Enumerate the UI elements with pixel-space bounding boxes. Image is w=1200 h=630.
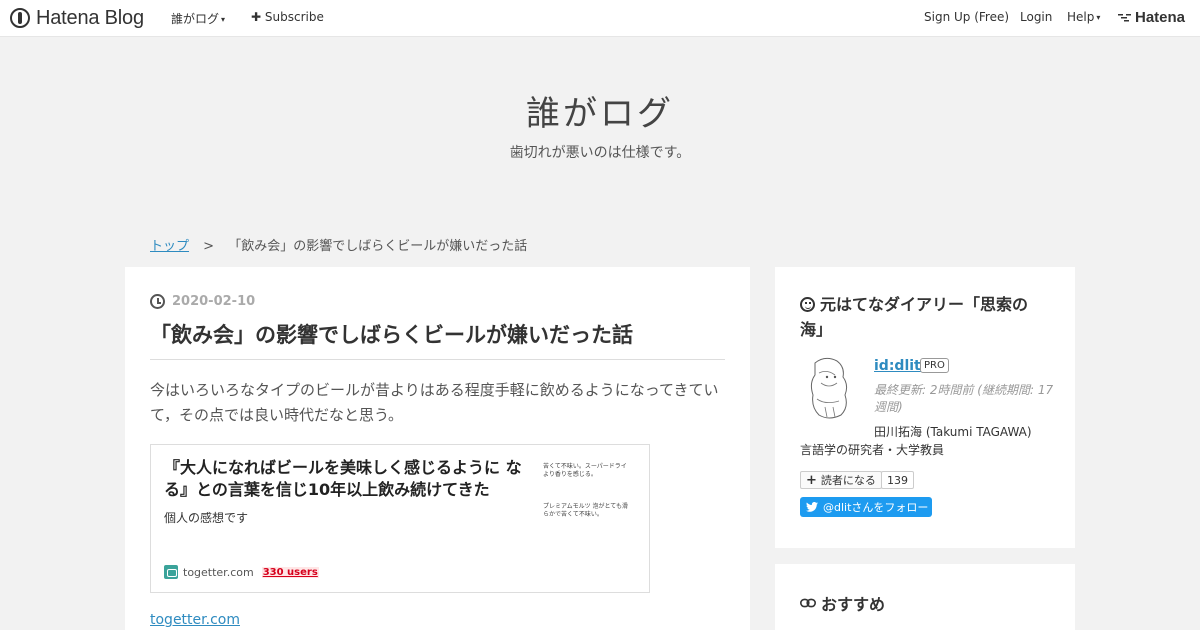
embed-description: 個人の感想です: [164, 511, 249, 525]
clock-icon: [150, 294, 165, 309]
sidebar-recommend-module: おすすめ: [775, 564, 1075, 630]
reader-count: 139: [881, 471, 914, 489]
about-heading: 元はてなダイアリー「思索の海」: [800, 292, 1050, 342]
reader-button-label: 読者になる: [820, 474, 876, 487]
blog-description: 歯切れが悪いのは仕様です。: [509, 145, 691, 161]
hatena-blog-logo-icon: [10, 8, 30, 28]
entry-article: 2020-02-10 「飲み会」の影響でしばらくビールが嫌いだった話 今はいろい…: [125, 267, 750, 630]
bookmark-users-badge[interactable]: 330 users: [261, 566, 319, 578]
hatena-blog-logo[interactable]: Hatena Blog: [10, 7, 144, 29]
smiley-icon: [800, 297, 815, 312]
embed-footer: togetter.com 330 users: [164, 565, 319, 579]
profile-description: 言語学の研究者・大学教員: [800, 443, 945, 457]
embed-site: togetter.com: [183, 565, 254, 579]
breadcrumb: トップ > 「飲み会」の影響でしばらくビールが嫌いだった話: [150, 235, 527, 254]
entry-title[interactable]: 「飲み会」の影響でしばらくビールが嫌いだった話: [150, 319, 725, 360]
twitter-follow-button[interactable]: @dlitさんをフォロー: [800, 497, 932, 517]
login-link[interactable]: Login: [1020, 10, 1052, 24]
subscribe-button[interactable]: ✚ Subscribe: [251, 10, 324, 24]
sidebar-about-module: 元はてなダイアリー「思索の海」 id:dlit PRO 最終更新: 2時間前 (…: [775, 267, 1075, 548]
togetter-favicon-icon: [164, 565, 178, 579]
plus-icon: +: [806, 472, 817, 488]
blog-menu-label: 誰がログ: [171, 12, 220, 26]
embed-card[interactable]: 『大人になればビールを美味しく感じるように なる』との言葉を信じ10年以上飲み続…: [150, 444, 650, 593]
breadcrumb-top-link[interactable]: トップ: [150, 239, 189, 254]
twitter-follow-label: @dlitさんをフォロー: [823, 501, 929, 514]
source-link[interactable]: togetter.com: [150, 612, 240, 628]
avatar[interactable]: [805, 355, 855, 421]
subscribe-reader-button[interactable]: + 読者になる: [800, 471, 882, 489]
caret-down-icon: ▾: [221, 15, 226, 24]
help-dropdown[interactable]: Help ▾: [1067, 10, 1100, 24]
thumbnail-text-2: プレミアムモルツ 泡がとても滑らかで苦くて不味い。: [543, 503, 629, 518]
embed-thumbnail: 苦くて不味い。スーパードライより香りを感じる。 プレミアムモルツ 泡がとても滑ら…: [541, 445, 631, 535]
blog-title[interactable]: 誰がログ: [0, 86, 1200, 135]
profile-id-link[interactable]: id:dlit: [874, 358, 921, 374]
thumbnail-text-1: 苦くて不味い。スーパードライより香りを感じる。: [543, 463, 627, 478]
hatena-logo[interactable]: Hatena: [1118, 9, 1185, 26]
help-label: Help: [1067, 10, 1095, 24]
last-updated: 最終更新: 2時間前 (継続期間: 17週間): [874, 383, 1054, 414]
signup-link[interactable]: Sign Up (Free): [924, 10, 1009, 24]
embed-title[interactable]: 『大人になればビールを美味しく感じるように なる』との言葉を信じ10年以上飲み続…: [164, 457, 526, 501]
link-icon: [800, 598, 816, 608]
global-header: Hatena Blog 誰がログ ▾ ✚ Subscribe Sign Up (F…: [0, 0, 1200, 37]
hatena-mark-icon: [1118, 13, 1131, 21]
caret-down-icon: ▾: [1096, 13, 1101, 22]
entry-paragraph: 今はいろいろなタイプのビールが昔よりはある程度手軽に飲めるようになってきていて，…: [150, 381, 719, 424]
recommend-heading: おすすめ: [800, 591, 885, 615]
entry-date[interactable]: 2020-02-10: [150, 294, 255, 309]
entry-date-text: 2020-02-10: [172, 294, 256, 309]
breadcrumb-current: 「飲み会」の影響でしばらくビールが嫌いだった話: [228, 239, 528, 254]
plus-icon: ✚: [251, 10, 262, 24]
twitter-bird-icon: [806, 502, 818, 512]
profile-real-name: 田川拓海 (Takumi TAGAWA): [874, 425, 1032, 439]
about-heading-text: 元はてなダイアリー「思索の海」: [800, 295, 1029, 339]
blog-menu-dropdown[interactable]: 誰がログ ▾: [171, 10, 225, 27]
breadcrumb-separator: >: [203, 239, 215, 254]
subscribe-label: Subscribe: [264, 10, 324, 24]
recommend-heading-text: おすすめ: [821, 595, 886, 614]
hatena-logo-text: Hatena: [1135, 9, 1186, 26]
pro-badge: PRO: [920, 358, 949, 373]
logo-text: Hatena Blog: [36, 6, 144, 29]
